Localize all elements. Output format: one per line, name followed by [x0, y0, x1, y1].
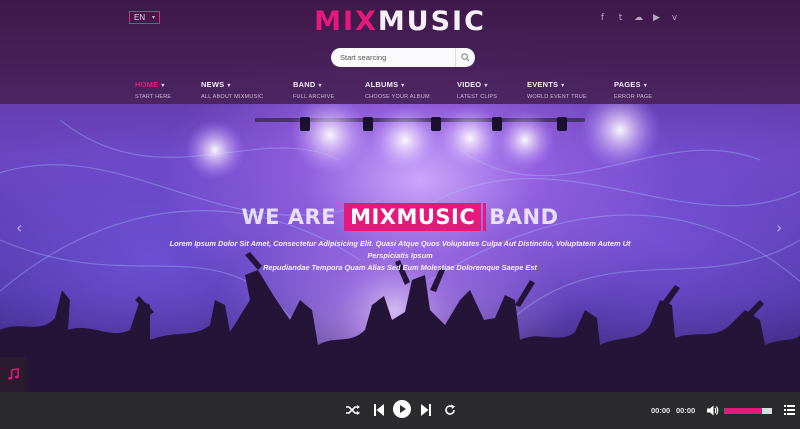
slider-prev-arrow-icon[interactable]: ‹: [16, 218, 22, 237]
nav-item-news[interactable]: NEWS ▾ ALL ABOUT MIXMUSIC: [201, 80, 263, 100]
slider-next-arrow-icon[interactable]: ›: [776, 218, 782, 237]
social-links: f t ☁ ▶ v: [598, 13, 679, 23]
facebook-icon[interactable]: f: [598, 13, 607, 23]
headline-after: BAND: [489, 205, 559, 229]
next-track-icon[interactable]: [421, 404, 431, 416]
hero-text-line-1: Lorem Ipsum Dolor Sit Amet, Consectetur …: [169, 239, 631, 260]
audio-player-bar: 00:00 00:00: [0, 392, 800, 429]
chevron-down-icon: ▾: [227, 83, 231, 89]
chevron-down-icon: ▾: [561, 83, 565, 89]
nav-label: PAGES ▾: [614, 80, 647, 89]
logo-mix: MIX: [314, 6, 378, 37]
current-time: 00:00: [651, 406, 671, 415]
nav-label: VIDEO ▾: [457, 80, 488, 89]
volume-slider[interactable]: [724, 408, 772, 414]
duration-time: 00:00: [676, 406, 696, 415]
volume-icon[interactable]: [707, 405, 719, 416]
hero-description: Lorem Ipsum Dolor Sit Amet, Consectetur …: [150, 238, 650, 274]
headline-before: WE ARE: [241, 205, 337, 229]
nav-sublabel: ERROR PAGE: [614, 94, 653, 100]
chevron-down-icon: ▾: [318, 83, 322, 89]
nav-sublabel: FULL ARCHIVE: [293, 94, 335, 100]
nav-label: ALBUMS ▾: [365, 80, 405, 89]
chevron-down-icon: ▾: [484, 83, 488, 89]
search-icon[interactable]: [455, 48, 474, 67]
nav-item-band[interactable]: BAND ▾ FULL ARCHIVE: [293, 80, 334, 100]
nav-label: BAND ▾: [293, 80, 322, 89]
nav-sublabel: ALL ABOUT MIXMUSIC: [201, 94, 264, 100]
shuffle-icon[interactable]: [346, 404, 360, 416]
youtube-icon[interactable]: ▶: [652, 13, 661, 23]
nav-sublabel: WORLD EVENT TRUE: [527, 94, 587, 100]
nav-sublabel: LATEST CLIPS: [457, 94, 498, 100]
play-button[interactable]: [393, 400, 411, 418]
nav-label: NEWS ▾: [201, 80, 231, 89]
vimeo-icon[interactable]: v: [670, 13, 679, 23]
nav-item-video[interactable]: VIDEO ▾ LATEST CLIPS: [457, 80, 497, 100]
previous-track-icon[interactable]: [374, 404, 384, 416]
chevron-down-icon: ▾: [161, 83, 165, 89]
headline-highlight: MIXMUSIC: [344, 203, 487, 231]
music-note-icon[interactable]: [0, 357, 27, 392]
nav-sublabel: CHOOSE YOUR ALBUM: [365, 94, 430, 100]
nav-item-home[interactable]: HOME ▾ START HERE: [135, 80, 171, 100]
search-input[interactable]: [331, 48, 455, 67]
chevron-down-icon: ▾: [643, 83, 647, 89]
nav-sublabel: START HERE: [135, 94, 172, 100]
twitter-icon[interactable]: t: [616, 13, 625, 23]
hero-headline: WE ARE MIXMUSIC BAND: [0, 203, 800, 231]
repeat-icon[interactable]: [444, 404, 456, 416]
playlist-menu-icon[interactable]: [784, 405, 795, 415]
soundcloud-icon[interactable]: ☁: [634, 13, 643, 23]
nav-label: EVENTS ▾: [527, 80, 565, 89]
site-logo[interactable]: MIXMUSIC: [0, 7, 800, 37]
chevron-down-icon: ▾: [401, 83, 405, 89]
search-box: [331, 48, 475, 67]
hero-text-line-2: Repudiandae Tempora Quam Alias Sed Eum M…: [263, 263, 537, 272]
nav-item-pages[interactable]: PAGES ▾ ERROR PAGE: [614, 80, 652, 100]
nav-item-events[interactable]: EVENTS ▾ WORLD EVENT TRUE: [527, 80, 587, 100]
nav-label: HOME ▾: [135, 80, 165, 89]
nav-item-albums[interactable]: ALBUMS ▾ CHOOSE YOUR ALBUM: [365, 80, 430, 100]
logo-music: MUSIC: [377, 6, 486, 37]
volume-level: [724, 408, 763, 414]
